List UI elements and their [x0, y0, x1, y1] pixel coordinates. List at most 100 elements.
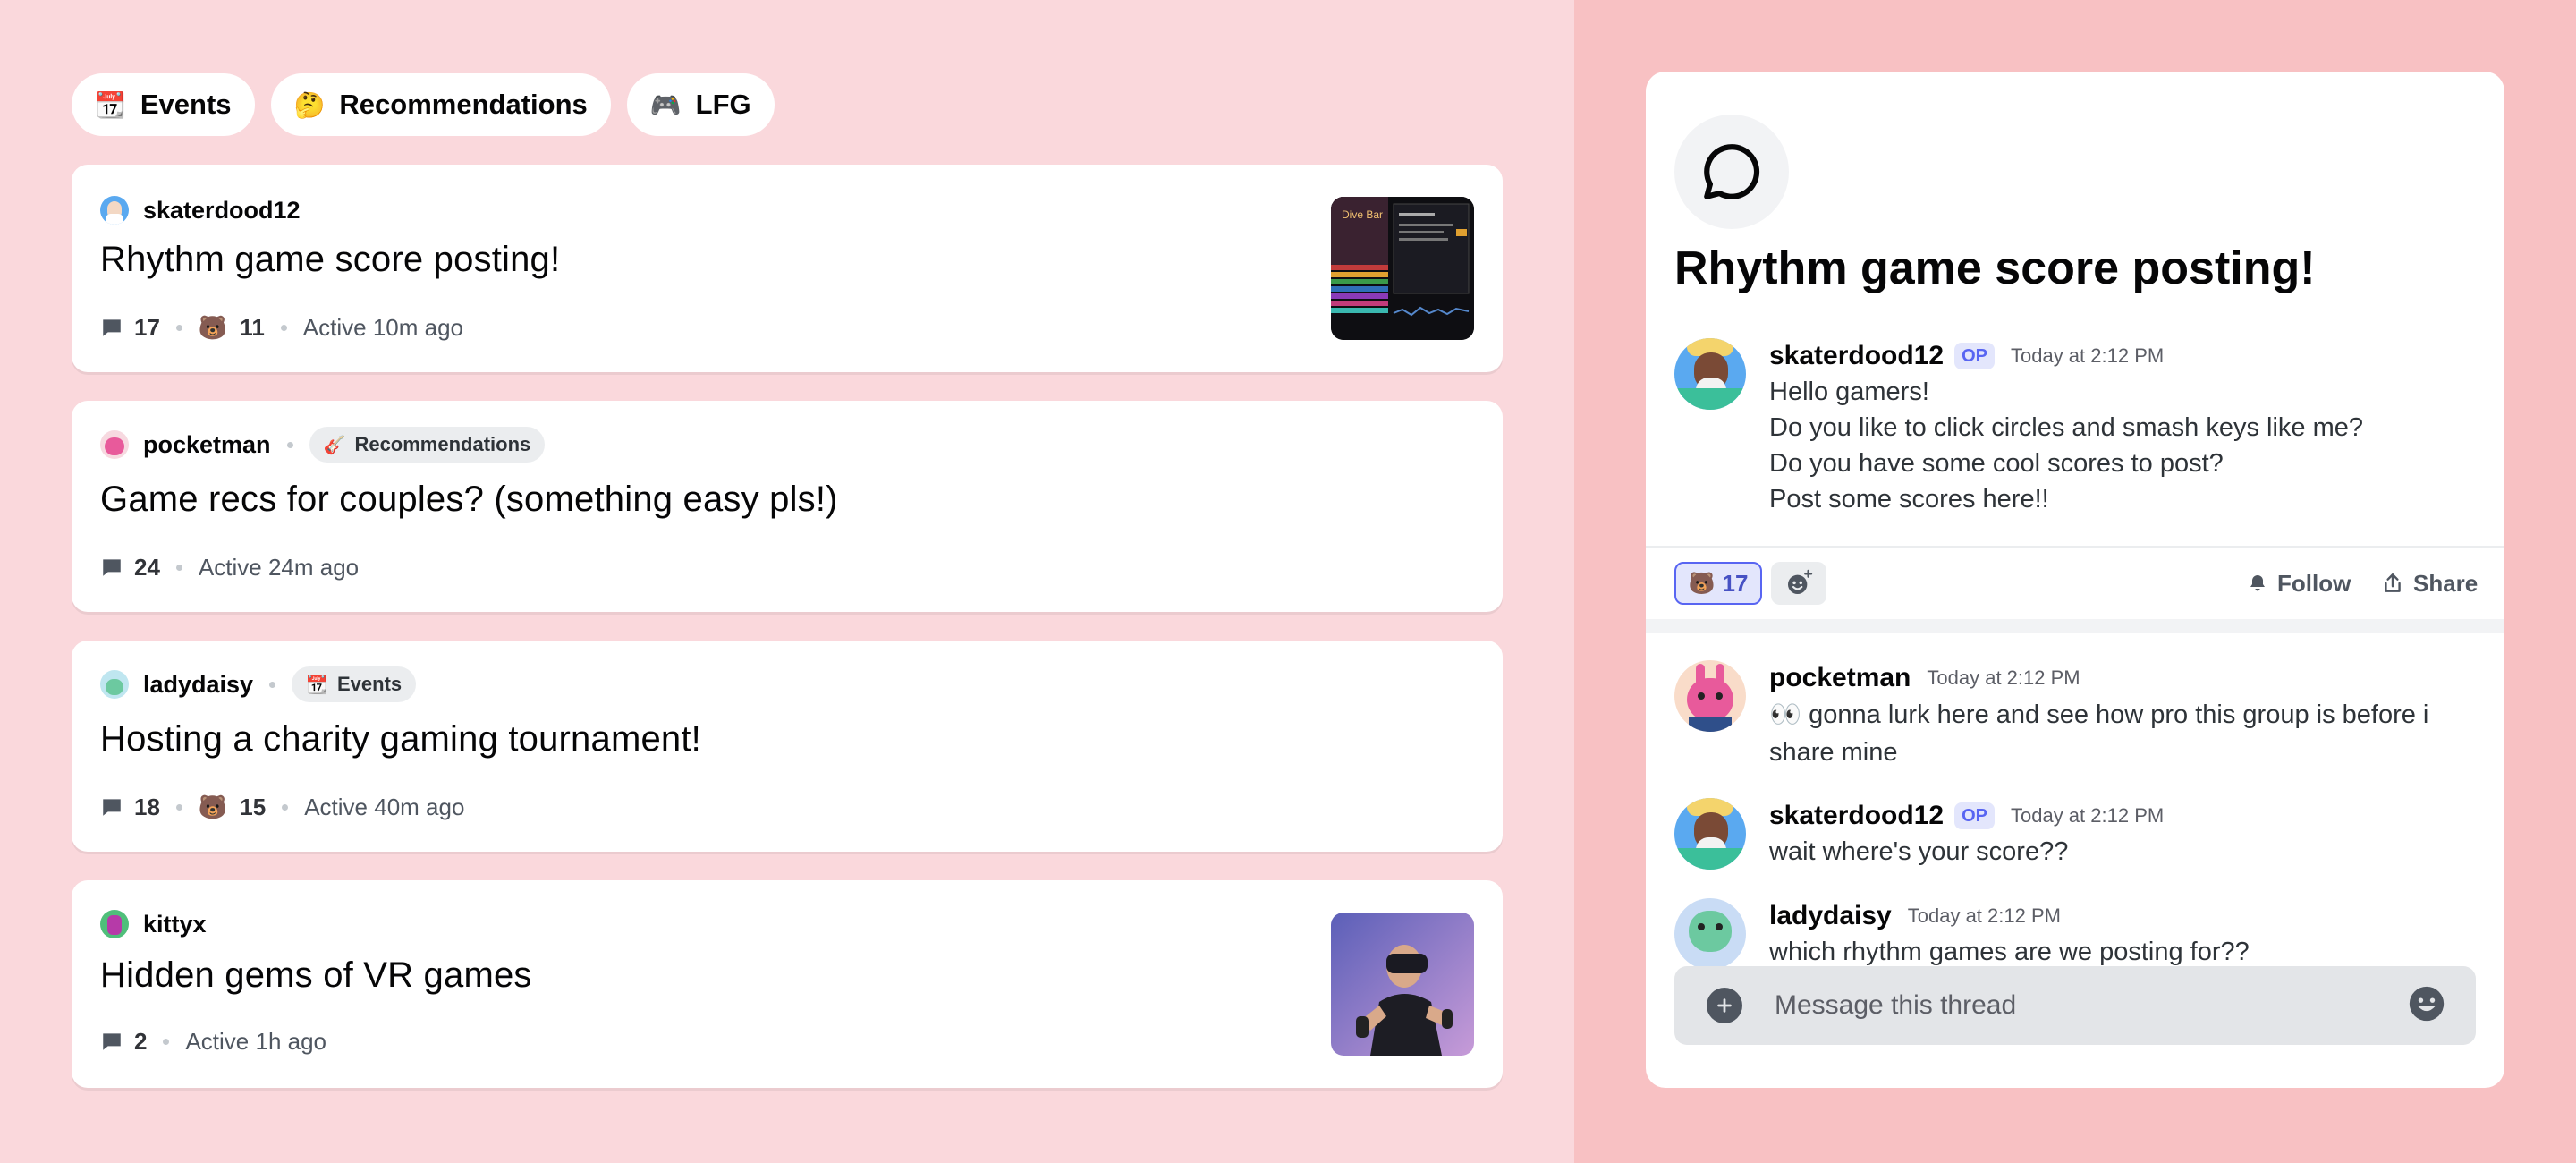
post-card[interactable]: kittyx Hidden gems of VR games 2 Active … — [72, 880, 1503, 1088]
avatar[interactable] — [1674, 798, 1746, 870]
post-meta: 2 Active 1h ago — [100, 1025, 326, 1057]
chat-bubble-icon — [1704, 144, 1760, 199]
tag-lfg[interactable]: 🎮 LFG — [626, 73, 775, 136]
calendar-icon: 📆 — [95, 90, 126, 119]
post-tag-label: Events — [336, 673, 402, 695]
post-thumbnail[interactable] — [1331, 913, 1474, 1056]
reaction-count: 17 — [1722, 569, 1749, 597]
post-card[interactable]: pocketman 🎸 Recommendations Game recs fo… — [72, 401, 1503, 612]
message-composer[interactable]: Message this thread — [1674, 966, 2476, 1045]
reaction-button[interactable]: 🐻 17 — [1674, 562, 1762, 605]
tag-label: Recommendations — [339, 89, 588, 120]
post-title: Rhythm game score posting! — [100, 240, 561, 279]
vr-player-photo-image — [1331, 913, 1474, 1056]
message-header: ladydaisy Today at 2:12 PM — [1769, 898, 2250, 934]
post-meta: 17 🐻 11 Active 10m ago — [100, 311, 463, 344]
avatar[interactable] — [1674, 338, 1746, 410]
follow-button[interactable]: Follow — [2247, 562, 2351, 605]
tag-filter-bar: 📆 Events 🤔 Recommendations 🎮 LFG — [72, 73, 775, 136]
comment-icon — [103, 559, 121, 576]
share-icon — [2385, 573, 2401, 592]
avatar — [100, 196, 129, 225]
plus-icon — [1717, 998, 1732, 1013]
message-author[interactable]: pocketman — [1769, 663, 1911, 693]
thread-title: Rhythm game score posting! — [1674, 242, 2316, 294]
post-author-row: skaterdood12 — [100, 195, 301, 225]
score-screenshot-image: Dive Bar — [1331, 197, 1474, 340]
message-line: wait where's your score?? — [1769, 837, 2069, 866]
separator — [282, 803, 289, 811]
comment-icon — [103, 319, 121, 336]
post-author-row: kittyx — [100, 909, 207, 939]
post-tag-pill[interactable]: 🎸 Recommendations — [309, 427, 546, 463]
share-button[interactable]: Share — [2381, 562, 2478, 605]
tag-recommendations[interactable]: 🤔 Recommendations — [270, 73, 611, 136]
post-author[interactable]: pocketman — [143, 431, 271, 459]
message-body: skaterdood12 OP Today at 2:12 PM Hello g… — [1769, 338, 2363, 517]
comment-icon — [103, 1033, 121, 1050]
add-attachment-button[interactable] — [1707, 988, 1742, 1023]
reaction-count: 15 — [240, 793, 267, 820]
tag-label: Events — [140, 89, 232, 120]
activity-time: Active 24m ago — [198, 553, 360, 581]
message-timestamp: Today at 2:12 PM — [2010, 804, 2165, 827]
post-tag-label: Recommendations — [354, 433, 531, 455]
post-author[interactable]: skaterdood12 — [143, 197, 301, 225]
divider — [1646, 546, 2504, 548]
post-thumbnail[interactable]: Dive Bar — [1331, 197, 1474, 340]
bear-reaction-icon: 🐻 — [1688, 571, 1716, 596]
avatar[interactable] — [1674, 898, 1746, 970]
add-reaction-button[interactable] — [1771, 562, 1826, 605]
separator — [175, 324, 182, 331]
tag-label: LFG — [695, 89, 751, 120]
separator — [163, 1038, 170, 1045]
message-author[interactable]: ladydaisy — [1769, 901, 1892, 931]
message-author[interactable]: skaterdood12 — [1769, 801, 1944, 831]
post-tag-pill[interactable]: 📆 Events — [292, 666, 417, 702]
post-author[interactable]: kittyx — [143, 911, 207, 938]
separator — [280, 324, 287, 331]
post-card[interactable]: ladydaisy 📆 Events Hosting a charity gam… — [72, 641, 1503, 852]
message-line: share mine — [1769, 738, 1898, 767]
reaction-count: 11 — [240, 313, 265, 341]
message-input[interactable]: Message this thread — [1775, 990, 2406, 1021]
post-author-row: ladydaisy 📆 Events — [100, 666, 417, 702]
bear-reaction-icon: 🐻 — [198, 793, 228, 820]
post-meta: 18 🐻 15 Active 40m ago — [100, 791, 464, 823]
separator — [175, 564, 182, 571]
avatar — [100, 670, 129, 699]
post-title: Hosting a charity gaming tournament! — [100, 719, 701, 759]
post-card[interactable]: skaterdood12 Rhythm game score posting! … — [72, 165, 1503, 372]
message-author[interactable]: skaterdood12 — [1769, 341, 1944, 371]
message-body: pocketman Today at 2:12 PM 👀 gonna lurk … — [1769, 660, 2428, 771]
game-controller-icon: 🎮 — [649, 90, 682, 119]
activity-time: Active 10m ago — [302, 313, 464, 341]
emoji-picker-button[interactable] — [2406, 983, 2447, 1029]
message-line: 👀 gonna lurk here and see how pro this g… — [1769, 700, 2429, 729]
op-message: skaterdood12 OP Today at 2:12 PM Hello g… — [1674, 338, 2363, 517]
bell-icon — [2250, 575, 2265, 591]
message-line: Do you have some cool scores to post? — [1769, 449, 2224, 478]
add-emoji-icon — [1788, 569, 1813, 594]
comment-count: 18 — [134, 793, 160, 820]
avatar[interactable] — [1674, 660, 1746, 732]
avatar — [100, 430, 129, 459]
post-title: Hidden gems of VR games — [100, 955, 532, 995]
message-header: skaterdood12 OP Today at 2:12 PM — [1769, 798, 2164, 834]
post-author-row: pocketman 🎸 Recommendations — [100, 427, 546, 463]
message-timestamp: Today at 2:12 PM — [1907, 904, 2061, 927]
svg-text:Dive Bar: Dive Bar — [1342, 208, 1383, 221]
message-line: Post some scores here!! — [1769, 485, 2049, 514]
follow-label: Follow — [2277, 569, 2351, 597]
comment-count: 2 — [134, 1027, 148, 1055]
calendar-icon: 📆 — [306, 675, 328, 695]
tag-events[interactable]: 📆 Events — [72, 73, 255, 136]
message-line: which rhythm games are we posting for?? — [1769, 938, 2250, 966]
message-timestamp: Today at 2:12 PM — [1927, 666, 2080, 689]
reply-message: ladydaisy Today at 2:12 PM which rhythm … — [1674, 898, 2250, 970]
reply-message: skaterdood12 OP Today at 2:12 PM wait wh… — [1674, 798, 2164, 870]
post-title: Game recs for couples? (something easy p… — [100, 480, 838, 519]
post-author[interactable]: ladydaisy — [143, 671, 253, 699]
separator — [269, 681, 276, 688]
thread-icon-container — [1674, 115, 1789, 229]
